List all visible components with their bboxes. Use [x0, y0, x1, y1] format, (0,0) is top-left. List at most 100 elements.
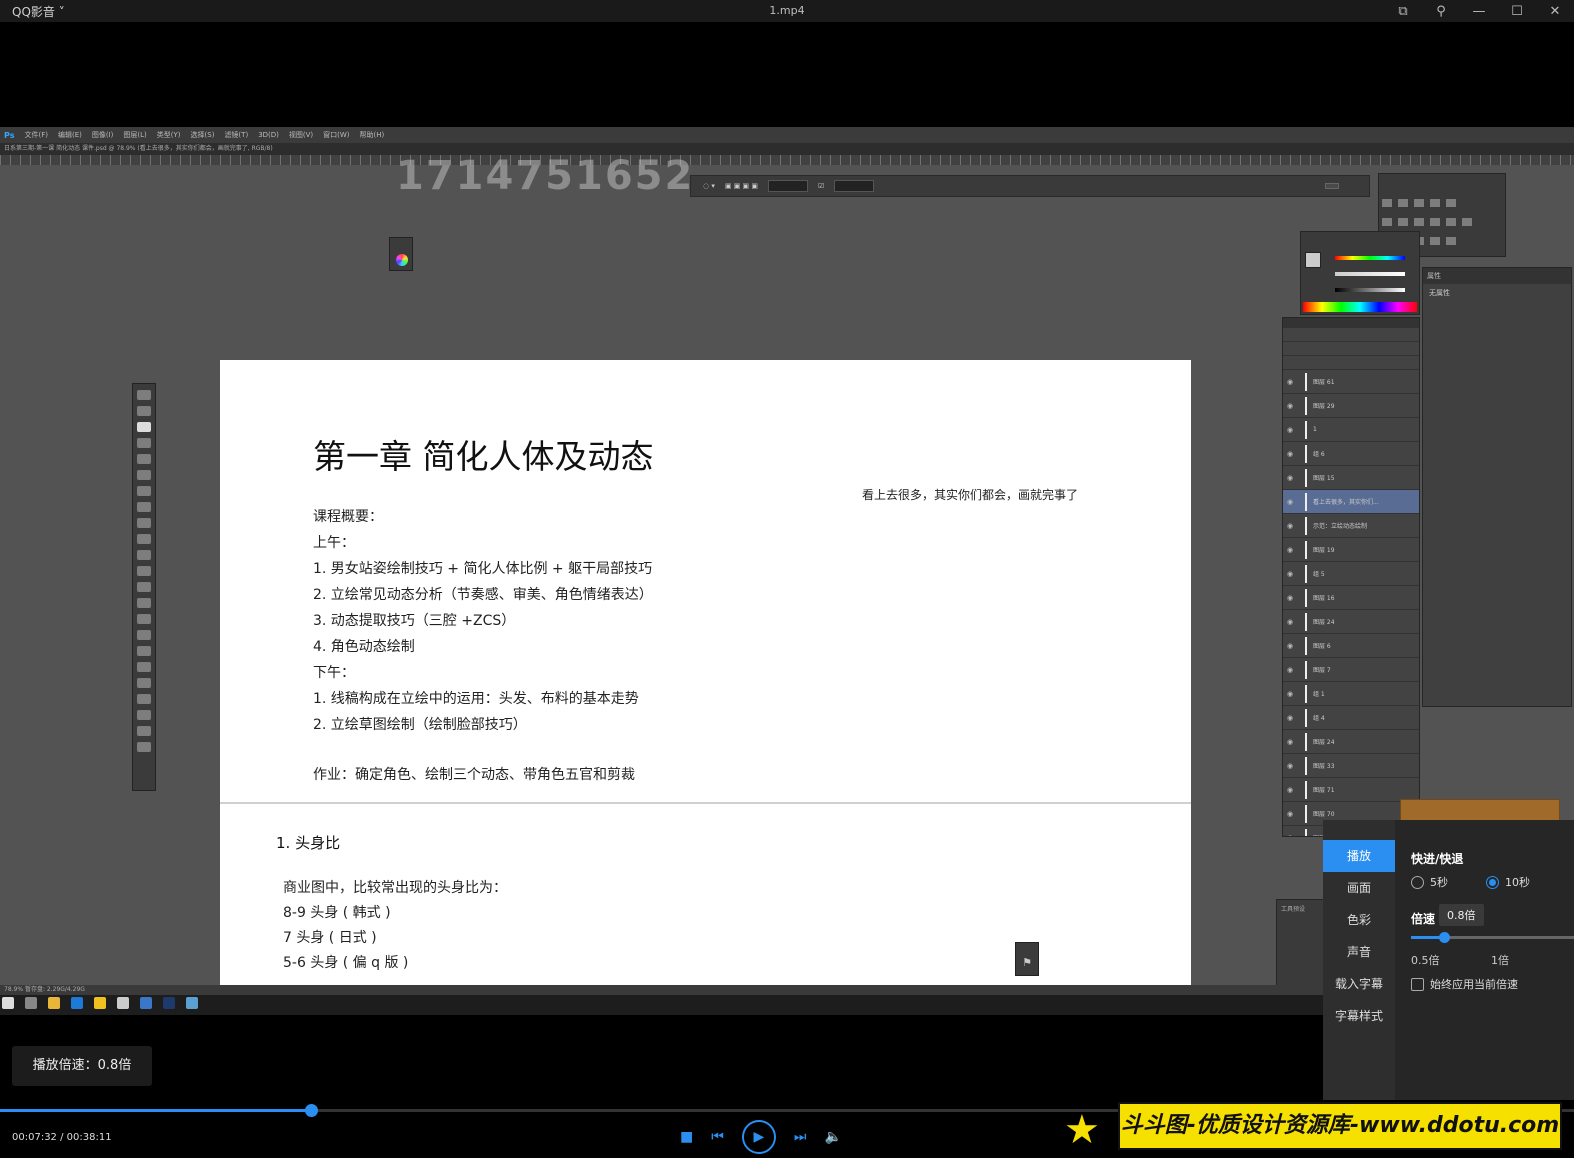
doc-line: 5-6 头身 ( 偏 q 版 ): [283, 955, 409, 971]
ps-menu-item: 类型(Y): [156, 131, 181, 139]
doc-line: 上午：: [313, 535, 355, 551]
settings-tab-picture[interactable]: 画面: [1323, 872, 1395, 904]
seek-5s-radio[interactable]: 5秒: [1411, 874, 1448, 890]
id-watermark: 1714751652: [396, 153, 695, 199]
layer-name: 图层 61: [1313, 379, 1335, 386]
ps-color-panel: [1300, 231, 1420, 315]
eye-icon: ◉: [1287, 713, 1294, 722]
eraser-tool-icon: [137, 550, 151, 560]
layers-blend-row: [1283, 342, 1419, 356]
eye-icon: ◉: [1287, 521, 1294, 530]
speed-slider[interactable]: [1411, 932, 1574, 943]
adjust-icon: [1398, 199, 1408, 207]
eye-icon: ◉: [1287, 401, 1294, 410]
app-icon: [140, 997, 152, 1009]
layers-lock-row: [1283, 356, 1419, 370]
workspace-button: [1325, 183, 1339, 189]
layer-name: 组 1: [1313, 691, 1325, 698]
eye-icon: ◉: [1287, 545, 1294, 554]
layer-row: ◉ 图层 71: [1283, 778, 1419, 802]
pen-tool-icon: [137, 614, 151, 624]
heal-tool-icon: [137, 486, 151, 496]
speed-slider-knob[interactable]: [1438, 932, 1450, 943]
layer-thumb: [1305, 660, 1307, 679]
minimize-icon[interactable]: —: [1460, 0, 1498, 22]
layer-name: 图层 29: [1313, 403, 1335, 410]
ps-menu-item: 3D(D): [258, 131, 279, 139]
ps-options-bar: ◌ ▾ ▣ ▣ ▣ ▣ ☑: [690, 175, 1370, 197]
layer-name: 图层 15: [1313, 475, 1335, 482]
star-logo-icon: ★: [1064, 1107, 1100, 1153]
seek-bar-fill: [0, 1109, 311, 1112]
seek-10s-radio[interactable]: 10秒: [1486, 874, 1530, 890]
crop-tool-icon: [137, 454, 151, 464]
layer-name: 1: [1313, 426, 1317, 433]
eye-icon: ◉: [1287, 834, 1299, 837]
adjust-icon: [1382, 218, 1392, 226]
layer-thumb: [1305, 684, 1307, 703]
adjust-icon: [1382, 199, 1392, 207]
doc-course-outline: 课程概要： 上午： 1. 男女站姿绘制技巧 + 简化人体比例 + 躯干局部技巧 …: [313, 504, 653, 738]
pin-icon[interactable]: ⚲: [1422, 0, 1460, 22]
eye-icon: ◉: [1287, 593, 1294, 602]
always-apply-speed-checkbox[interactable]: 始终应用当前倍速: [1411, 976, 1518, 992]
layer-row: ◉ 图层 16: [1283, 586, 1419, 610]
adjust-icon: [1446, 199, 1456, 207]
eye-icon: ◉: [1287, 497, 1294, 506]
settings-tab-subtitle-style[interactable]: 字幕样式: [1323, 1000, 1395, 1032]
path-select-icon: [137, 646, 151, 656]
blur-tool-icon: [137, 582, 151, 592]
layer-row: ◉ 图层 15: [1283, 466, 1419, 490]
next-button[interactable]: ⏭: [794, 1129, 807, 1145]
ps-menu-item: 图层(L): [123, 131, 147, 139]
refine-edge-field: [834, 180, 875, 192]
dodge-tool-icon: [137, 598, 151, 608]
eye-icon: ◉: [1287, 617, 1294, 626]
stamp-tool-icon: [137, 518, 151, 528]
playback-controls: ■ ⏮ ▶ ⏭ 🔈: [680, 1120, 842, 1154]
screenshot-icon[interactable]: ⧉: [1384, 0, 1422, 22]
layers-tabs: [1283, 318, 1419, 328]
properties-title: 属性: [1423, 268, 1571, 284]
checkbox-label: 始终应用当前倍速: [1430, 978, 1518, 991]
play-button[interactable]: ▶: [741, 1120, 776, 1154]
doc-line: 7 头身 ( 日式 ): [283, 930, 377, 946]
stop-button[interactable]: ■: [680, 1129, 693, 1145]
time-display: 00:07:32 / 00:38:11: [12, 1132, 112, 1143]
layer-row: ◉ 图层 6: [1283, 634, 1419, 658]
marquee-tool-icon: [137, 406, 151, 416]
doc-line: 8-9 头身 ( 韩式 ): [283, 905, 391, 921]
settings-tab-color[interactable]: 色彩: [1323, 904, 1395, 936]
ps-menu-item: 编辑(E): [57, 131, 82, 139]
layer-name: 图层 33: [1313, 763, 1335, 770]
move-tool-icon: [137, 390, 151, 400]
doc-line: 1. 线稿构成在立绘中的运用：头发、布料的基本走势: [313, 691, 639, 707]
layer-name: 组 4: [1313, 715, 1325, 722]
maximize-icon[interactable]: ☐: [1498, 0, 1536, 22]
settings-tab-load-subtitle[interactable]: 载入字幕: [1323, 968, 1395, 1000]
antialias-check-icon: ☑: [818, 182, 825, 190]
layer-list: ◉ 图层 61 ◉ 图层 29 ◉ 1 ◉ 组 6 ◉ 图层 15 ◉ 看上去很多，其实你们... ◉ 示…: [1283, 370, 1419, 837]
chrome-icon: [117, 997, 129, 1009]
screen-mode-icon: [137, 742, 151, 752]
settings-tab-playback[interactable]: 播放: [1323, 840, 1395, 872]
layer-name: 看上去很多，其实你们...: [1313, 499, 1379, 506]
lasso-tool-icon: [137, 422, 151, 432]
fg-color-swatch: [1305, 252, 1321, 268]
settings-tab-audio[interactable]: 声音: [1323, 936, 1395, 968]
speed-section-title: 倍速: [1411, 912, 1436, 926]
ps-menu-item: 帮助(H): [359, 131, 385, 139]
volume-icon[interactable]: 🔈: [824, 1129, 841, 1145]
doc-line: 1. 男女站姿绘制技巧 + 简化人体比例 + 躯干局部技巧: [313, 561, 653, 577]
layer-thumb: [1305, 804, 1307, 823]
search-icon: [25, 997, 37, 1009]
layer-name: 图层 24: [1313, 739, 1335, 746]
seek-bar-knob[interactable]: [304, 1104, 318, 1117]
layer-row: ◉ 图层 24: [1283, 730, 1419, 754]
close-icon[interactable]: ✕: [1536, 0, 1574, 22]
layer-thumb: [1305, 372, 1307, 391]
previous-button[interactable]: ⏮: [711, 1129, 724, 1145]
layer-row: ◉ 组 6: [1283, 442, 1419, 466]
layer-thumb: [1305, 564, 1307, 583]
radio-checked-icon: [1486, 875, 1499, 889]
